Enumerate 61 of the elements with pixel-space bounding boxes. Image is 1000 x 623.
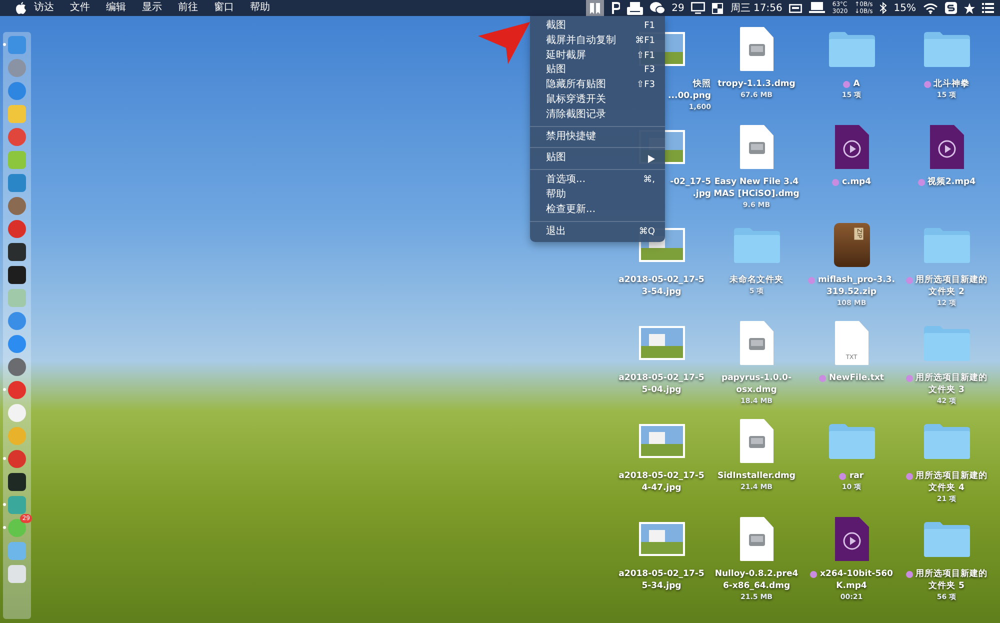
menu-item[interactable]: 清除截图记录	[530, 108, 665, 123]
menu-title[interactable]: 编辑	[98, 0, 134, 16]
folder-icon	[828, 423, 874, 459]
memory-chip-icon[interactable]	[789, 4, 802, 12]
menu-title[interactable]: 前往	[170, 0, 206, 16]
wifi-icon[interactable]	[923, 2, 938, 14]
file-label[interactable]: a2018-05-02_17-5 5-34.jpg	[618, 568, 704, 592]
folder-icon	[924, 423, 970, 459]
monitor-icon[interactable]	[691, 2, 706, 14]
menu-item[interactable]: 贴图 F3	[530, 63, 665, 78]
video-file-icon	[834, 125, 868, 169]
battery-percent[interactable]: 15%	[894, 2, 916, 14]
menu-item[interactable]: 首选项... ⌘,	[530, 173, 665, 188]
menu-item[interactable]: 检查更新...	[530, 202, 665, 218]
image-thumbnail-icon	[638, 326, 684, 360]
disk-image-file-icon	[740, 419, 774, 463]
menu-title[interactable]: 文件	[62, 0, 98, 16]
image-thumbnail-icon	[638, 424, 684, 458]
menu-item[interactable]: 截图 F1	[530, 19, 665, 34]
disk-image-file-icon	[740, 517, 774, 561]
folder-icon	[924, 31, 970, 67]
disk-image-file-icon	[740, 27, 774, 71]
screenshot-app-menu-icon[interactable]	[586, 0, 604, 16]
menu-item[interactable]: 延时截屏 ⇧F1	[530, 48, 665, 64]
disk-image-file-icon	[740, 321, 774, 365]
list-icon[interactable]	[982, 3, 994, 13]
apple-logo-icon[interactable]	[16, 2, 26, 14]
folder-icon	[734, 227, 780, 263]
unread-count: 29	[672, 2, 684, 14]
dock-app-icon[interactable]	[8, 266, 26, 284]
star-icon[interactable]	[964, 2, 975, 14]
menu-item[interactable]: 禁用快捷键	[530, 130, 665, 144]
window-grid-icon[interactable]	[712, 2, 724, 14]
folder-icon	[924, 227, 970, 263]
menu-item[interactable]: 鼠标穿透开关	[530, 92, 665, 108]
dock-app-icon[interactable]	[8, 473, 26, 491]
video-file-icon	[930, 125, 964, 169]
dock-app-icon[interactable]	[8, 243, 26, 261]
pointer-arrow	[478, 22, 530, 64]
menu-item[interactable]: 帮助	[530, 188, 665, 203]
chat-bubbles-icon[interactable]	[650, 2, 665, 14]
menu-title[interactable]: 显示	[134, 0, 170, 16]
disk-image-file-icon	[740, 125, 774, 169]
s-logo-icon[interactable]	[945, 2, 957, 14]
menu-item[interactable]: 截屏并自动复制 ⌘F1	[530, 34, 665, 49]
menu-title[interactable]: 访达	[26, 0, 62, 16]
image-thumbnail-icon	[638, 522, 684, 556]
bluetooth-icon[interactable]	[880, 2, 887, 14]
menu-title[interactable]: 帮助	[242, 0, 278, 16]
printer-icon[interactable]	[626, 2, 643, 14]
menu-item[interactable]: 退出 ⌘Q	[530, 224, 665, 240]
p-letter-icon[interactable]	[610, 2, 620, 14]
laptop-icon[interactable]	[809, 2, 826, 14]
menu-title[interactable]: 窗口	[206, 0, 242, 16]
folder-icon	[924, 521, 970, 557]
menu-item[interactable]: 隐藏所有贴图 ⇧F3	[530, 78, 665, 93]
video-file-icon	[834, 517, 868, 561]
folder-icon	[828, 31, 874, 67]
clock-text[interactable]: 周三 17:56	[730, 1, 782, 15]
folder-icon	[924, 325, 970, 361]
menu-item[interactable]: 贴图	[530, 151, 665, 166]
